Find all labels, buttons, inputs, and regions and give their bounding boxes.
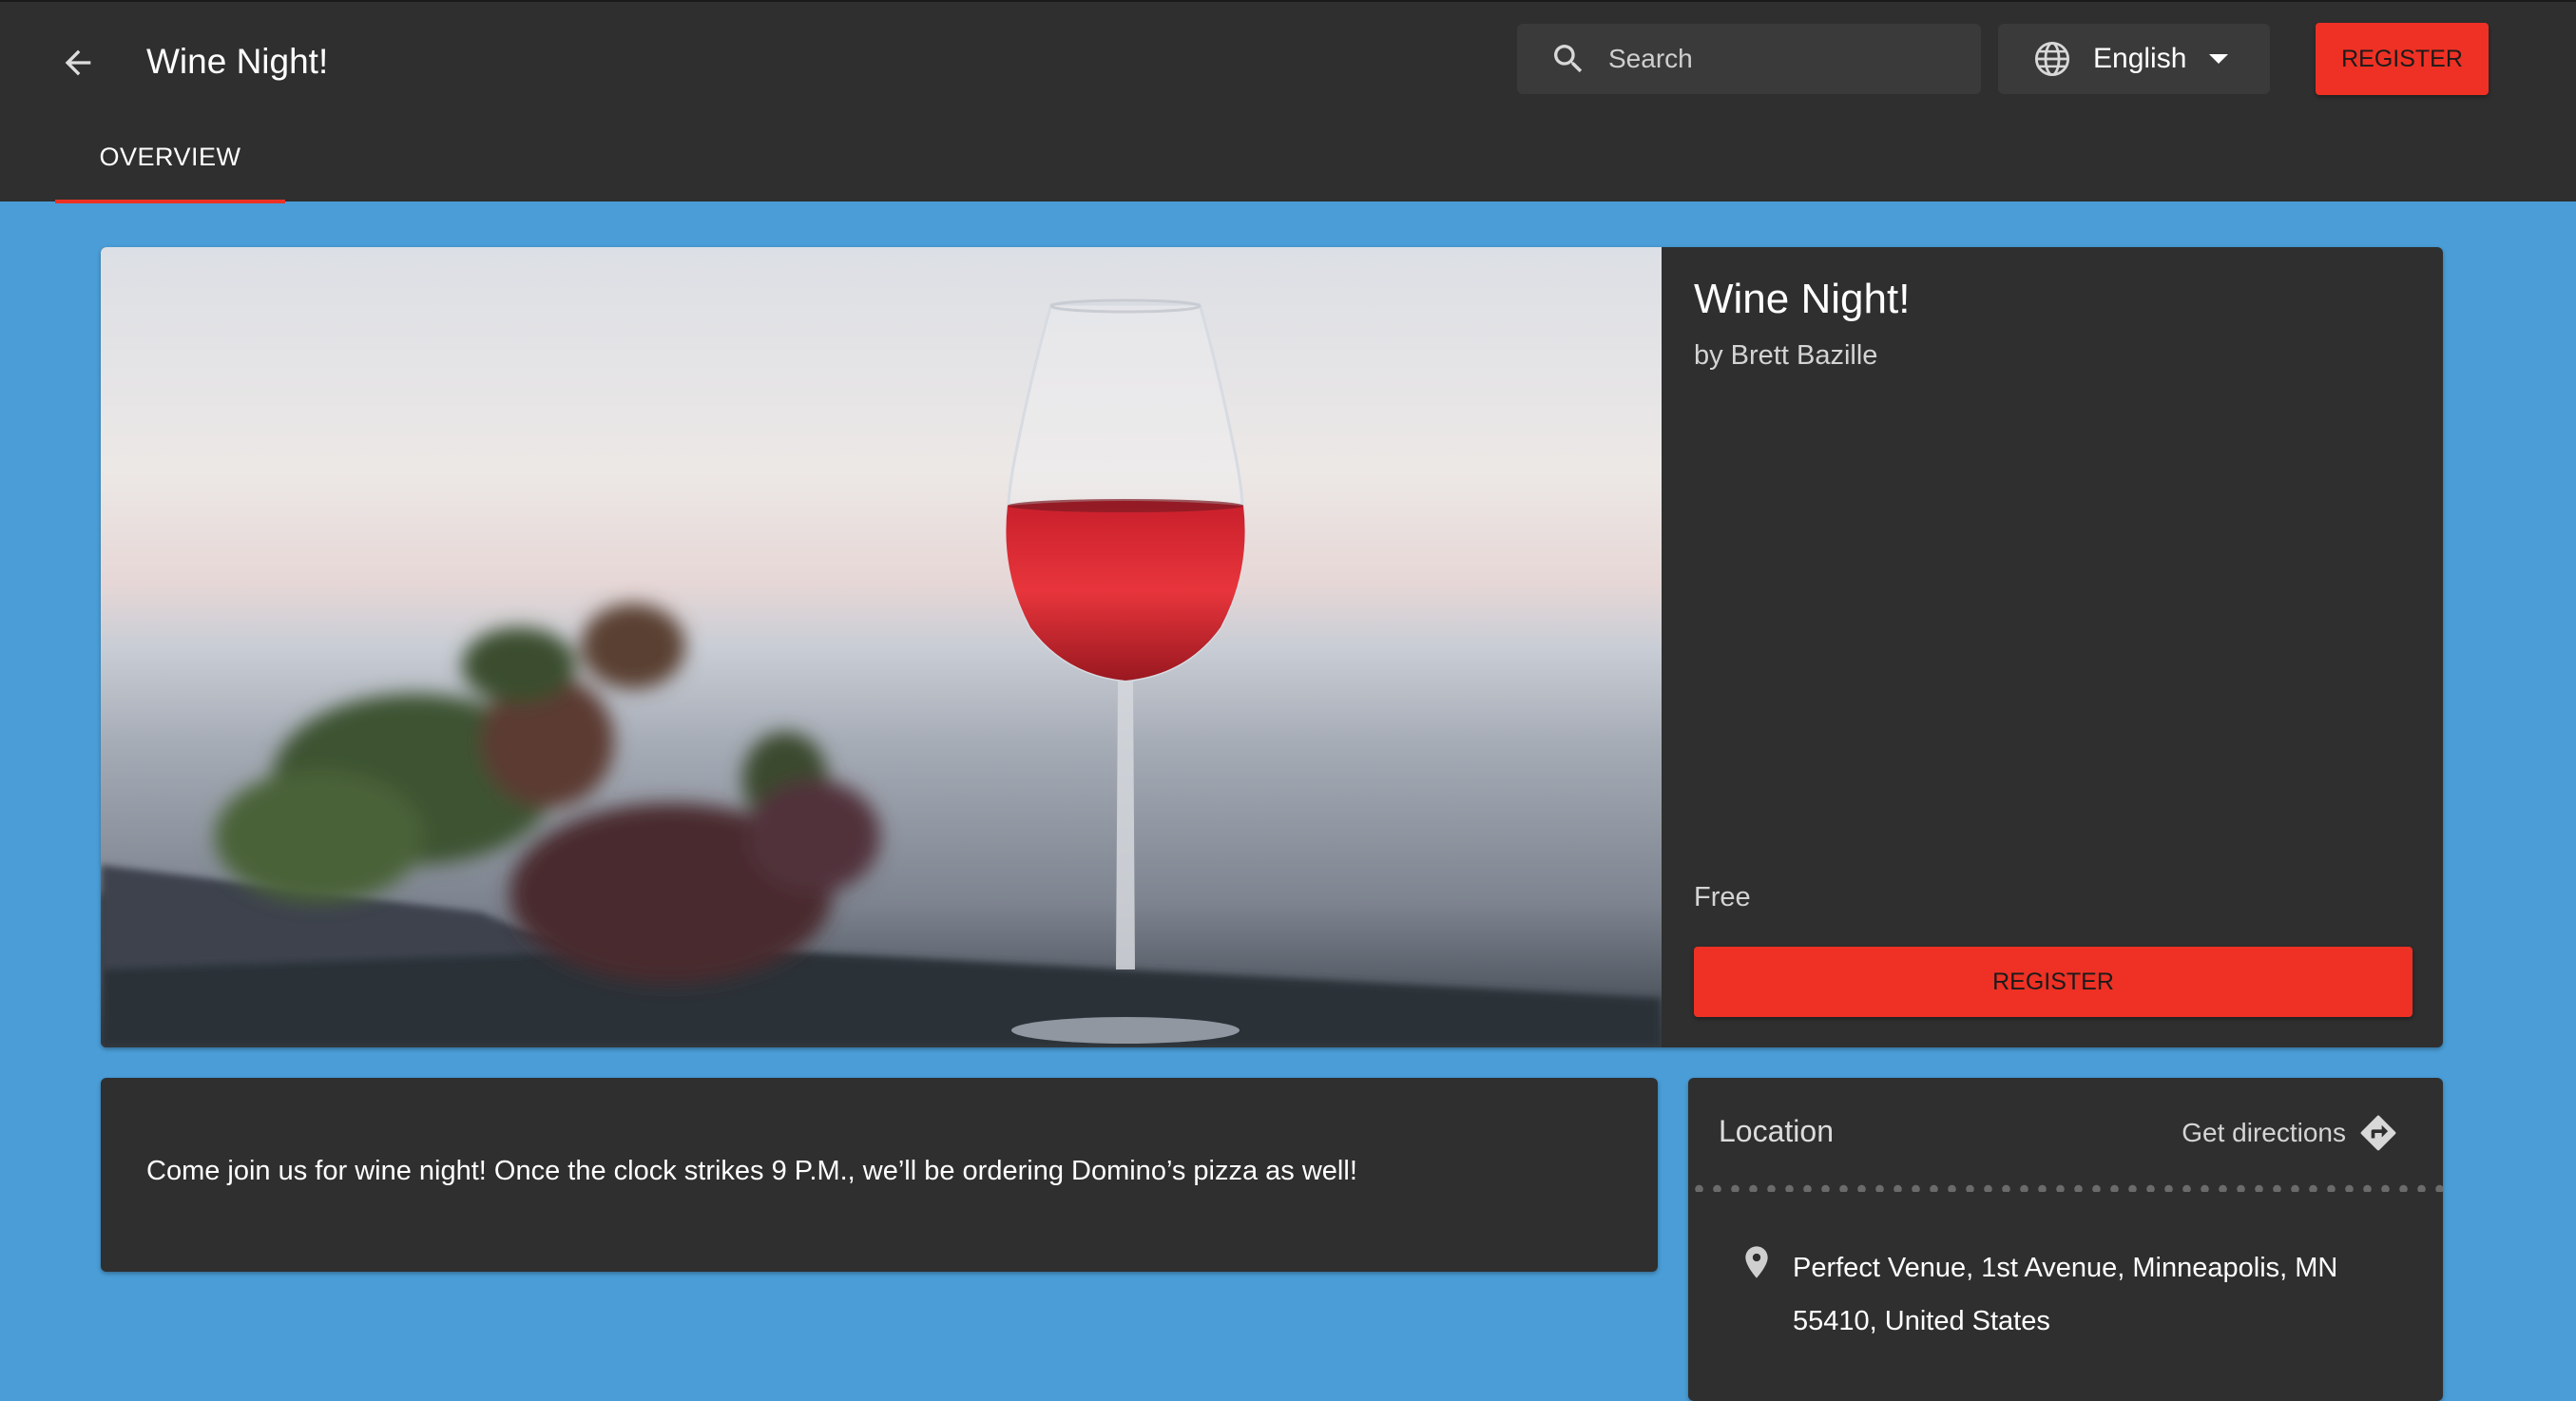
wine-glass-photo [101, 247, 1662, 1047]
location-address: Perfect Venue, 1st Avenue, Minneapolis, … [1793, 1241, 2392, 1348]
page-title: Wine Night! [146, 42, 329, 81]
search-input[interactable] [1606, 43, 1971, 75]
event-title: Wine Night! [1694, 276, 1911, 322]
address-line-1: Perfect Venue, 1st Avenue, Minneapolis, … [1793, 1253, 2338, 1283]
language-selected-label: English [2093, 43, 2187, 74]
arrow-left-icon [65, 49, 91, 76]
globe-icon [2034, 41, 2070, 77]
register-button-header[interactable]: REGISTER [2316, 23, 2489, 95]
back-button[interactable] [53, 38, 103, 87]
location-card: Location Get directions Perfect Venue, 1… [1688, 1078, 2443, 1401]
caret-down-icon [2209, 54, 2229, 64]
event-price: Free [1694, 882, 1751, 912]
event-description: Come join us for wine night! Once the cl… [146, 1156, 1357, 1186]
tab-overview[interactable]: OVERVIEW [55, 135, 285, 203]
top-app-bar: Wine Night! English REGISTER OVERVIEW [0, 0, 2576, 203]
event-info-panel: Wine Night! by Brett Bazille Free REGIST… [1662, 247, 2443, 1047]
search-icon [1554, 45, 1583, 73]
event-cover-image [101, 247, 1662, 1047]
get-directions-link[interactable]: Get directions [2182, 1112, 2399, 1154]
event-hero-card: Wine Night! by Brett Bazille Free REGIST… [101, 247, 2443, 1047]
location-pin-icon [1745, 1246, 1768, 1278]
language-select[interactable]: English [1998, 24, 2270, 94]
description-card: Come join us for wine night! Once the cl… [101, 1078, 1658, 1272]
event-organizer: by Brett Bazille [1694, 340, 1878, 371]
register-button[interactable]: REGISTER [1694, 947, 2413, 1017]
location-title: Location [1719, 1114, 1834, 1148]
location-divider [1688, 1184, 2443, 1192]
address-line-2: 55410, United States [1793, 1306, 2050, 1336]
search-box[interactable] [1517, 24, 1981, 94]
directions-icon [2360, 1115, 2396, 1151]
get-directions-label: Get directions [2182, 1118, 2346, 1147]
